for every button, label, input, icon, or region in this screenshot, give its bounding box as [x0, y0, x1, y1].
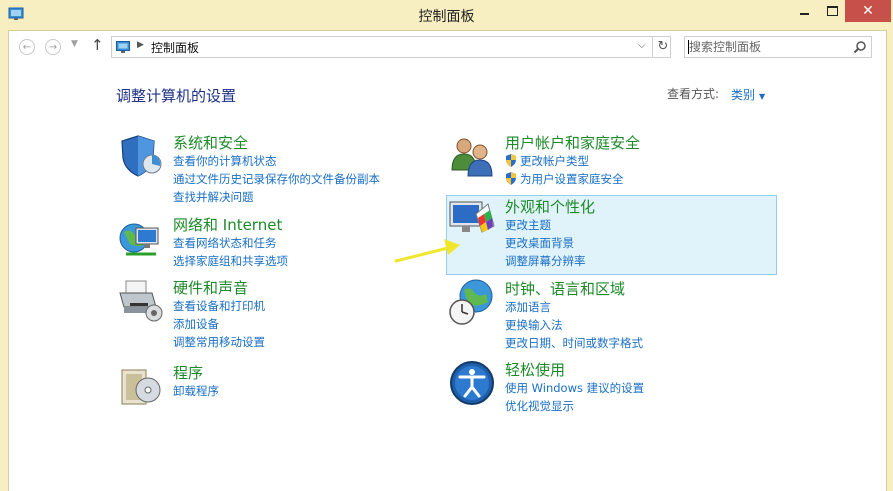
- category-title[interactable]: 硬件和声音: [173, 277, 248, 298]
- arrow-up-icon: ↑: [91, 36, 104, 54]
- shield-system-icon[interactable]: [116, 132, 164, 180]
- view-by-dropdown[interactable]: 类别 ▼: [731, 86, 765, 103]
- navigation-bar: ← → ▼ ↑ ▶ 控制面板 ⌵ ↻: [9, 31, 886, 63]
- close-button[interactable]: ✕: [845, 0, 891, 22]
- refresh-icon: ↻: [657, 39, 669, 54]
- uac-shield-icon: [506, 154, 516, 167]
- category-links: 查看你的计算机状态 通过文件历史记录保存你的文件备份副本 查找并解决问题: [173, 152, 380, 206]
- view-by-label: 查看方式:: [667, 87, 720, 101]
- search-box[interactable]: [684, 36, 872, 58]
- category-title[interactable]: 网络和 Internet: [173, 214, 282, 235]
- programs-icon[interactable]: [116, 362, 164, 410]
- refresh-button[interactable]: ↻: [652, 37, 673, 57]
- recent-locations-button[interactable]: ▼: [71, 39, 78, 49]
- category-links: 添加语言 更换输入法 更改日期、时间或数字格式: [505, 298, 643, 352]
- category-links: 查看网络状态和任务 选择家庭组和共享选项: [173, 234, 288, 270]
- link-mobility-settings[interactable]: 调整常用移动设置: [173, 333, 265, 351]
- printer-icon[interactable]: [116, 277, 164, 325]
- link-change-desktop-background[interactable]: 更改桌面背景: [505, 234, 586, 252]
- link-uninstall-program[interactable]: 卸载程序: [173, 382, 219, 400]
- category-title[interactable]: 外观和个性化: [505, 196, 595, 217]
- page-title: 调整计算机的设置: [116, 87, 237, 105]
- view-by-value[interactable]: 类别: [731, 88, 755, 102]
- category-title[interactable]: 系统和安全: [173, 132, 248, 153]
- network-globe-icon[interactable]: [116, 214, 164, 262]
- chevron-down-icon: ▼: [71, 39, 78, 49]
- category-title[interactable]: 时钟、语言和区域: [505, 278, 625, 299]
- text-cursor: [688, 40, 689, 54]
- back-button[interactable]: ←: [19, 39, 35, 55]
- breadcrumb-separator-icon[interactable]: ▶: [137, 40, 144, 50]
- up-button[interactable]: ↑: [91, 36, 104, 54]
- address-bar[interactable]: ▶ 控制面板 ⌵ ↻: [111, 36, 671, 58]
- link-add-device[interactable]: 添加设备: [173, 315, 265, 333]
- category-title[interactable]: 轻松使用: [505, 359, 565, 380]
- close-icon: ✕: [862, 3, 874, 19]
- uac-shield-icon: [506, 172, 516, 185]
- yellow-arrow-annotation: [394, 239, 460, 263]
- client-area: ← → ▼ ↑ ▶ 控制面板 ⌵ ↻ 搜索控制面板 调整计算机的设置 查看方式:…: [8, 30, 887, 491]
- link-add-language[interactable]: 添加语言: [505, 298, 643, 316]
- link-change-theme[interactable]: 更改主题: [505, 216, 586, 234]
- link-family-safety[interactable]: 为用户设置家庭安全: [505, 170, 624, 188]
- search-icon[interactable]: [853, 40, 867, 54]
- clock-globe-icon[interactable]: [448, 278, 496, 326]
- link-devices-printers[interactable]: 查看设备和打印机: [173, 297, 265, 315]
- link-change-date-time-format[interactable]: 更改日期、时间或数字格式: [505, 334, 643, 352]
- ease-of-access-icon[interactable]: [448, 359, 496, 407]
- category-links: 使用 Windows 建议的设置 优化视觉显示: [505, 379, 644, 415]
- address-dropdown-button[interactable]: ⌵: [638, 40, 646, 51]
- link-troubleshoot[interactable]: 查找并解决问题: [173, 188, 380, 206]
- users-icon[interactable]: [448, 132, 496, 180]
- category-links: 卸载程序: [173, 382, 219, 400]
- link-windows-recommended-settings[interactable]: 使用 Windows 建议的设置: [505, 379, 644, 397]
- minimize-button[interactable]: [789, 0, 819, 22]
- link-homegroup-sharing[interactable]: 选择家庭组和共享选项: [173, 252, 288, 270]
- category-links: 更改主题 更改桌面背景 调整屏幕分辨率: [505, 216, 586, 270]
- link-file-history-backup[interactable]: 通过文件历史记录保存你的文件备份副本: [173, 170, 380, 188]
- arrow-right-icon: →: [48, 42, 58, 53]
- control-panel-window: 控制面板 ✕ ← → ▼ ↑ ▶ 控制面板 ⌵ ↻ 搜索控制面板 调整计算机的设…: [0, 0, 893, 491]
- control-panel-icon: [116, 41, 130, 53]
- link-change-input-method[interactable]: 更换输入法: [505, 316, 643, 334]
- maximize-button[interactable]: [819, 0, 845, 22]
- window-title: 控制面板: [418, 9, 475, 25]
- maximize-icon: [826, 6, 838, 16]
- title-bar[interactable]: 控制面板 ✕: [0, 0, 893, 30]
- link-text[interactable]: 更改帐户类型: [520, 154, 589, 168]
- breadcrumb-control-panel[interactable]: 控制面板: [151, 39, 199, 56]
- link-adjust-resolution[interactable]: 调整屏幕分辨率: [505, 252, 586, 270]
- caret-down-icon: ▼: [759, 92, 766, 101]
- category-links: 查看设备和打印机 添加设备 调整常用移动设置: [173, 297, 265, 351]
- minimize-icon: [799, 13, 809, 15]
- link-change-account-type[interactable]: 更改帐户类型: [505, 152, 624, 170]
- link-network-status[interactable]: 查看网络状态和任务: [173, 234, 288, 252]
- search-input[interactable]: [689, 39, 849, 55]
- arrow-left-icon: ←: [22, 42, 32, 53]
- link-text[interactable]: 为用户设置家庭安全: [520, 172, 624, 186]
- link-view-computer-status[interactable]: 查看你的计算机状态: [173, 152, 380, 170]
- category-title[interactable]: 程序: [173, 362, 203, 383]
- category-links: 更改帐户类型 为用户设置家庭安全: [505, 152, 624, 188]
- category-title[interactable]: 用户帐户和家庭安全: [505, 132, 640, 153]
- link-optimize-visual-display[interactable]: 优化视觉显示: [505, 397, 644, 415]
- forward-button[interactable]: →: [45, 39, 61, 55]
